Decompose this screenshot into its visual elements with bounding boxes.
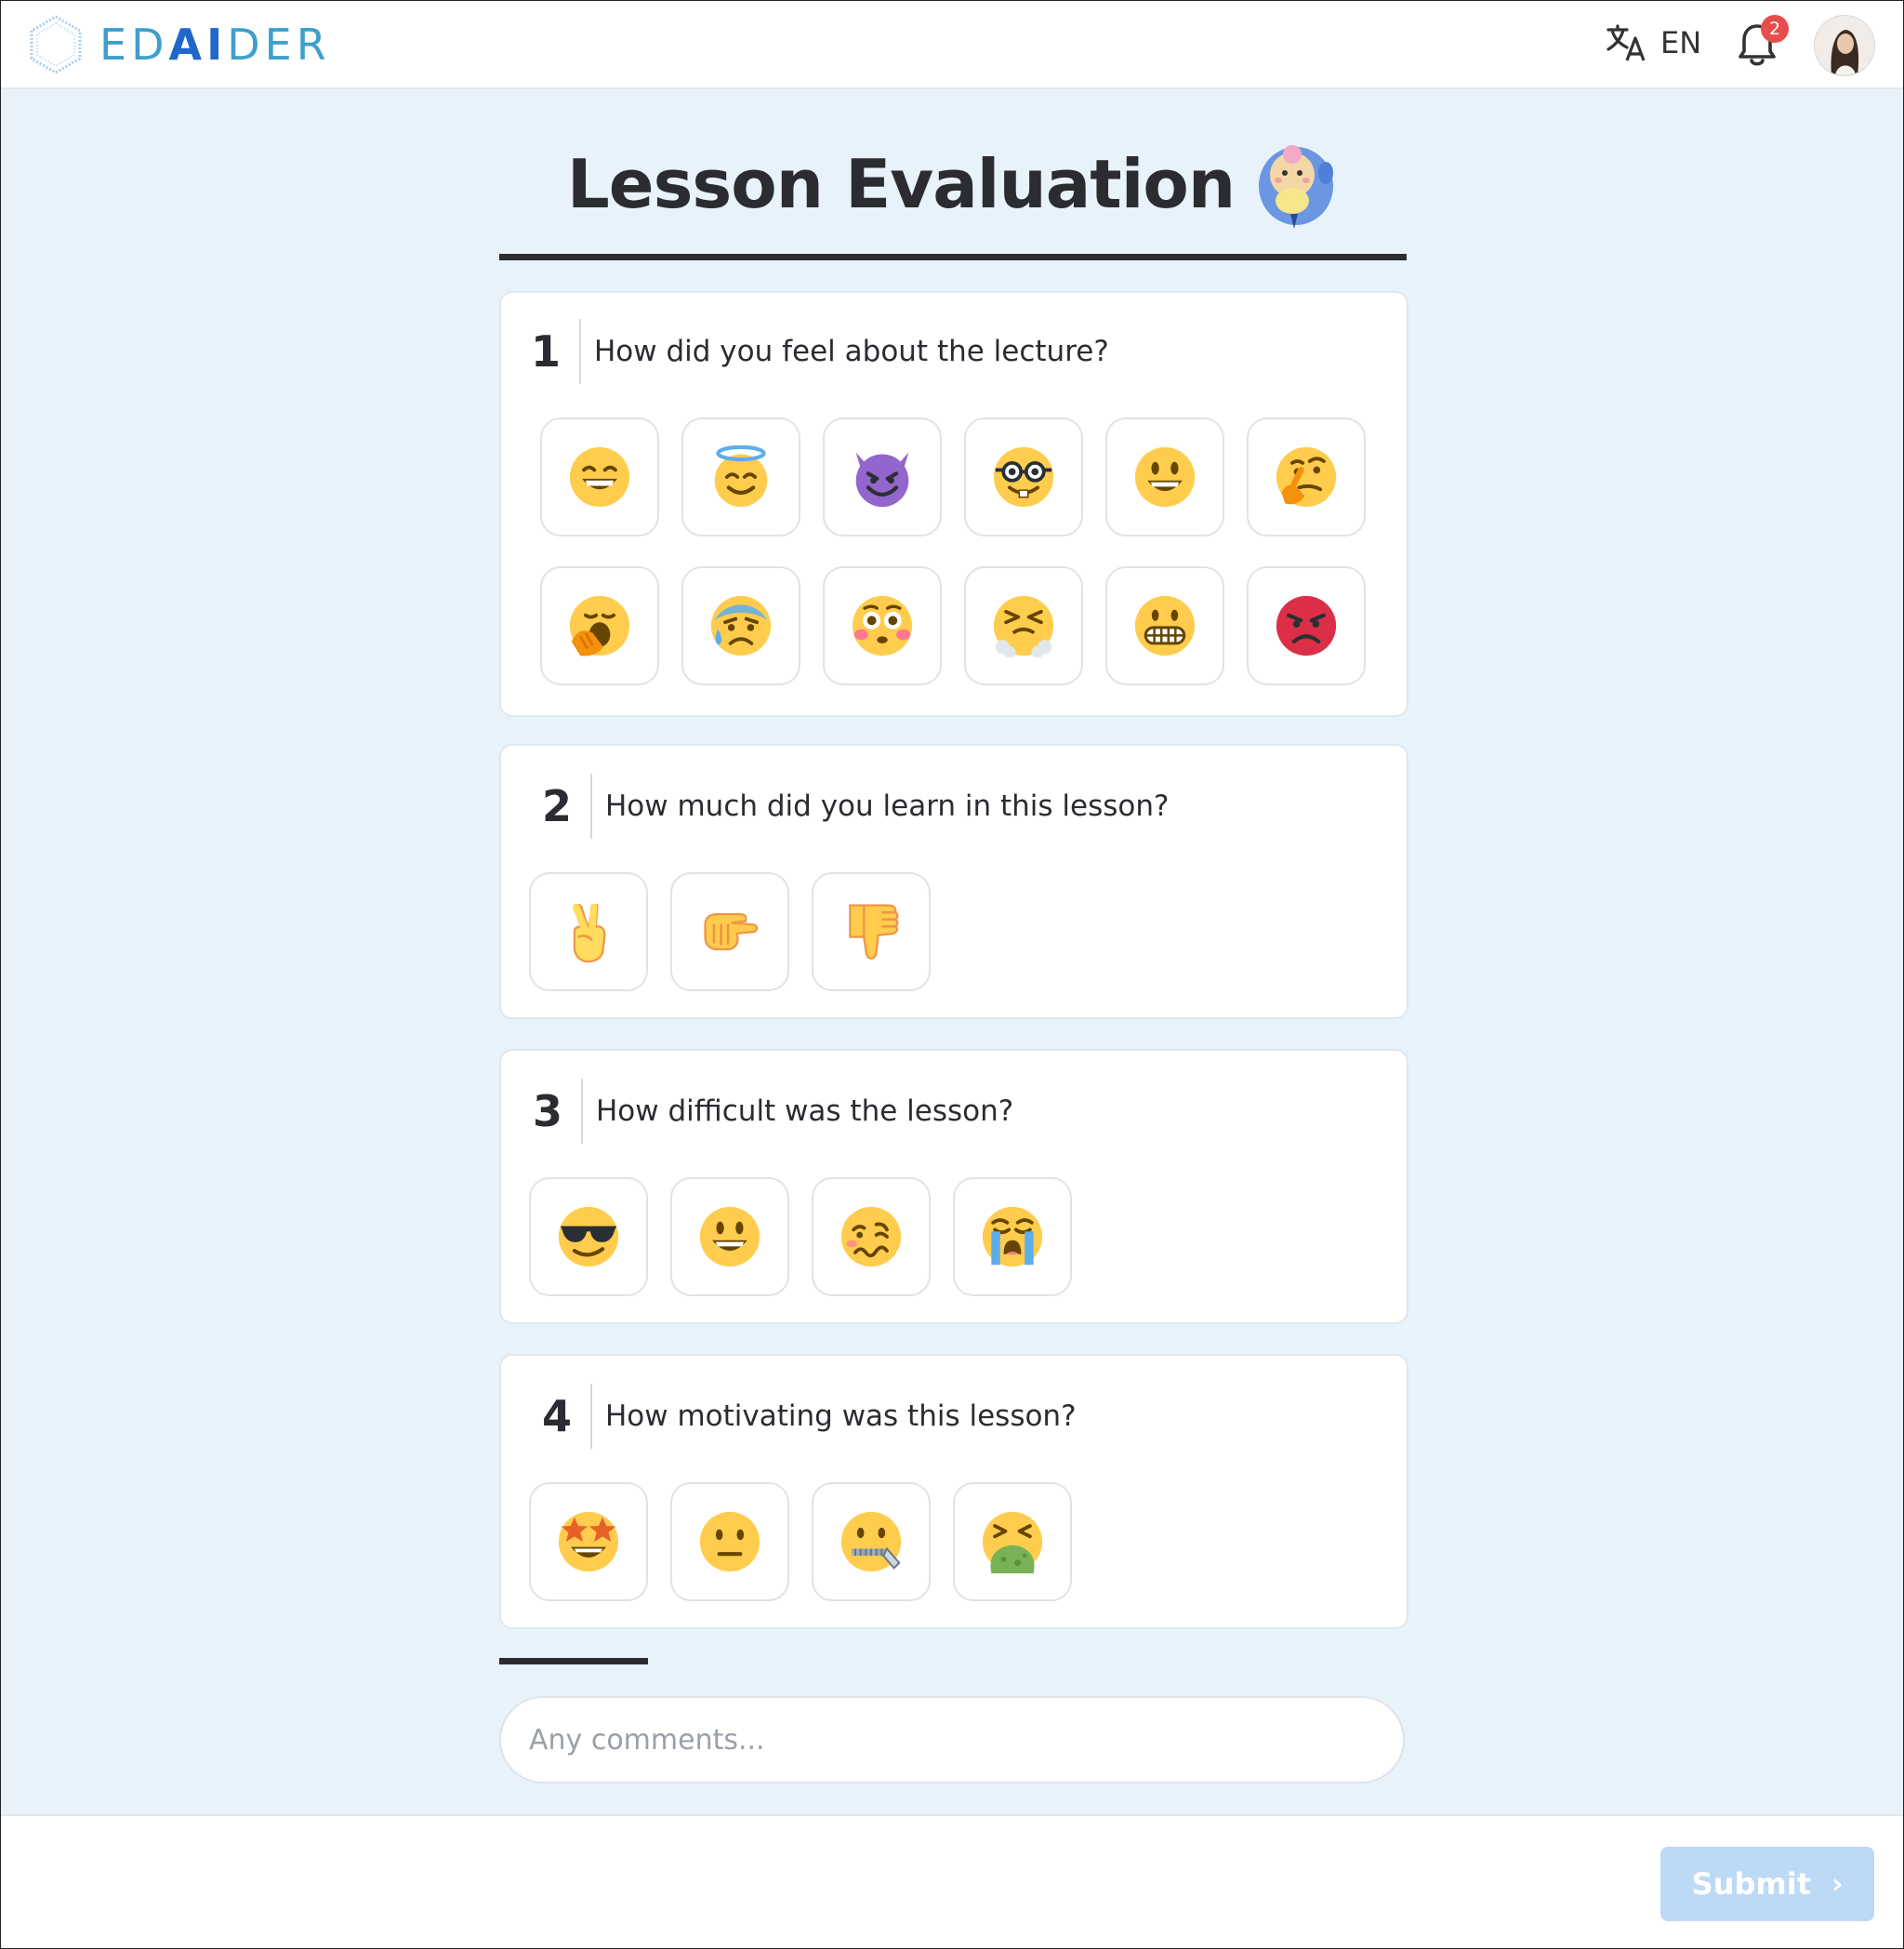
title-row: Lesson Evaluation: [499, 129, 1407, 239]
grinning-face-big-eyes-icon: [1134, 446, 1196, 508]
question-header: 4 How motivating was this lesson?: [538, 1384, 1077, 1449]
translate-icon: [1606, 24, 1646, 61]
mascot-character-icon: [1259, 145, 1334, 229]
emoji-options: [529, 1482, 1355, 1601]
option-grinning-face[interactable]: [540, 418, 659, 537]
question-divider: [581, 1079, 583, 1144]
footer-bar: Submit ›: [1, 1814, 1903, 1948]
smiling-face-with-horns-icon: [855, 452, 909, 508]
face-with-steam-icon: [993, 595, 1054, 657]
face-vomiting-icon: [982, 1511, 1043, 1573]
option-victory-hand[interactable]: [529, 872, 648, 991]
question-card-3: 3 How difficult was the lesson?: [499, 1049, 1408, 1324]
loudly-crying-face-icon: [982, 1206, 1043, 1267]
option-smiling-face-with-halo[interactable]: [681, 418, 800, 537]
option-woozy-face[interactable]: [812, 1177, 931, 1296]
grinning-face-icon: [569, 446, 630, 508]
question-card-4: 4 How motivating was this lesson?: [499, 1354, 1408, 1629]
notification-badge: 2: [1761, 15, 1789, 43]
option-flushed-face[interactable]: [823, 566, 942, 685]
emoji-options: [529, 1177, 1355, 1296]
language-selector[interactable]: EN: [1605, 21, 1701, 64]
question-header: 3 How difficult was the lesson?: [529, 1079, 1013, 1144]
emoji-options: [540, 418, 1366, 685]
emoji-options: [529, 872, 1355, 991]
woozy-face-icon: [840, 1206, 902, 1267]
option-grinning-face-big-eyes[interactable]: [670, 1177, 789, 1296]
option-star-struck[interactable]: [529, 1482, 648, 1601]
question-divider: [590, 1384, 592, 1449]
option-pinching-hand[interactable]: [670, 872, 789, 991]
option-loudly-crying-face[interactable]: [953, 1177, 1072, 1296]
question-number: 3: [532, 1086, 562, 1136]
question-text: How much did you learn in this lesson?: [605, 789, 1170, 823]
option-nerd-face[interactable]: [964, 418, 1083, 537]
option-smiling-face-with-sunglasses[interactable]: [529, 1177, 648, 1296]
title-divider: [499, 254, 1407, 260]
question-header: 1 How did you feel about the lecture?: [527, 319, 1109, 384]
hexagon-logo-icon: [30, 15, 82, 74]
smiling-face-with-sunglasses-icon: [558, 1206, 619, 1267]
language-code: EN: [1660, 25, 1702, 60]
question-number: 4: [541, 1391, 572, 1441]
option-face-vomiting[interactable]: [953, 1482, 1072, 1601]
question-card-2: 2 How much did you learn in this lesson?: [499, 744, 1408, 1019]
option-thumbs-down[interactable]: [812, 872, 931, 991]
question-card-1: 1 How did you feel about the lecture?: [499, 291, 1408, 717]
question-text: How did you feel about the lecture?: [594, 335, 1109, 368]
option-grimacing-face[interactable]: [1105, 566, 1224, 685]
option-zipper-mouth-face[interactable]: [812, 1482, 931, 1601]
option-neutral-face[interactable]: [670, 1482, 789, 1601]
thinking-face-icon: [1276, 446, 1337, 508]
star-struck-icon: [558, 1511, 619, 1572]
pinching-hand-icon: [704, 912, 759, 951]
yawning-face-icon: [569, 595, 630, 656]
zipper-mouth-face-icon: [840, 1511, 902, 1572]
submit-button[interactable]: Submit ›: [1660, 1847, 1874, 1921]
smiling-face-with-halo-icon: [714, 445, 768, 508]
thumbs-down-icon: [849, 904, 899, 960]
option-pouting-face[interactable]: [1247, 566, 1366, 685]
victory-hand-icon: [573, 903, 606, 963]
question-text: How difficult was the lesson?: [596, 1094, 1014, 1128]
neutral-face-icon: [699, 1511, 760, 1572]
app-frame: EDAIDER EN 2 Lesson Evaluation 1 How did…: [0, 0, 1904, 1949]
question-number: 1: [530, 326, 561, 377]
edaider-logo[interactable]: EDAIDER: [29, 14, 331, 75]
submit-label: Submit: [1691, 1866, 1811, 1902]
page-title: Lesson Evaluation: [566, 145, 1236, 223]
nerd-face-icon: [993, 446, 1054, 508]
anxious-face-with-sweat-icon: [710, 595, 772, 656]
chevron-right-icon: ›: [1831, 1867, 1844, 1901]
grinning-face-big-eyes-icon: [699, 1206, 760, 1267]
question-divider: [590, 774, 592, 839]
question-header: 2 How much did you learn in this lesson?: [538, 774, 1169, 839]
option-grinning-face-big-eyes[interactable]: [1105, 418, 1224, 537]
option-anxious-face-with-sweat[interactable]: [681, 566, 800, 685]
comments-divider: [499, 1658, 648, 1664]
logo-wordmark: EDAIDER: [99, 20, 331, 70]
question-number: 2: [541, 781, 572, 831]
option-face-with-steam[interactable]: [964, 566, 1083, 685]
question-divider: [579, 319, 581, 384]
option-smiling-face-with-horns[interactable]: [823, 418, 942, 537]
flushed-face-icon: [852, 595, 913, 656]
comments-input[interactable]: [499, 1696, 1405, 1783]
question-text: How motivating was this lesson?: [605, 1399, 1077, 1433]
top-navbar: EDAIDER EN 2: [1, 1, 1903, 89]
option-thinking-face[interactable]: [1247, 418, 1366, 537]
grimacing-face-icon: [1134, 595, 1196, 656]
option-yawning-face[interactable]: [540, 566, 659, 685]
user-avatar[interactable]: [1814, 15, 1875, 76]
pouting-face-icon: [1276, 595, 1337, 656]
profile-photo-icon: [1815, 16, 1874, 75]
